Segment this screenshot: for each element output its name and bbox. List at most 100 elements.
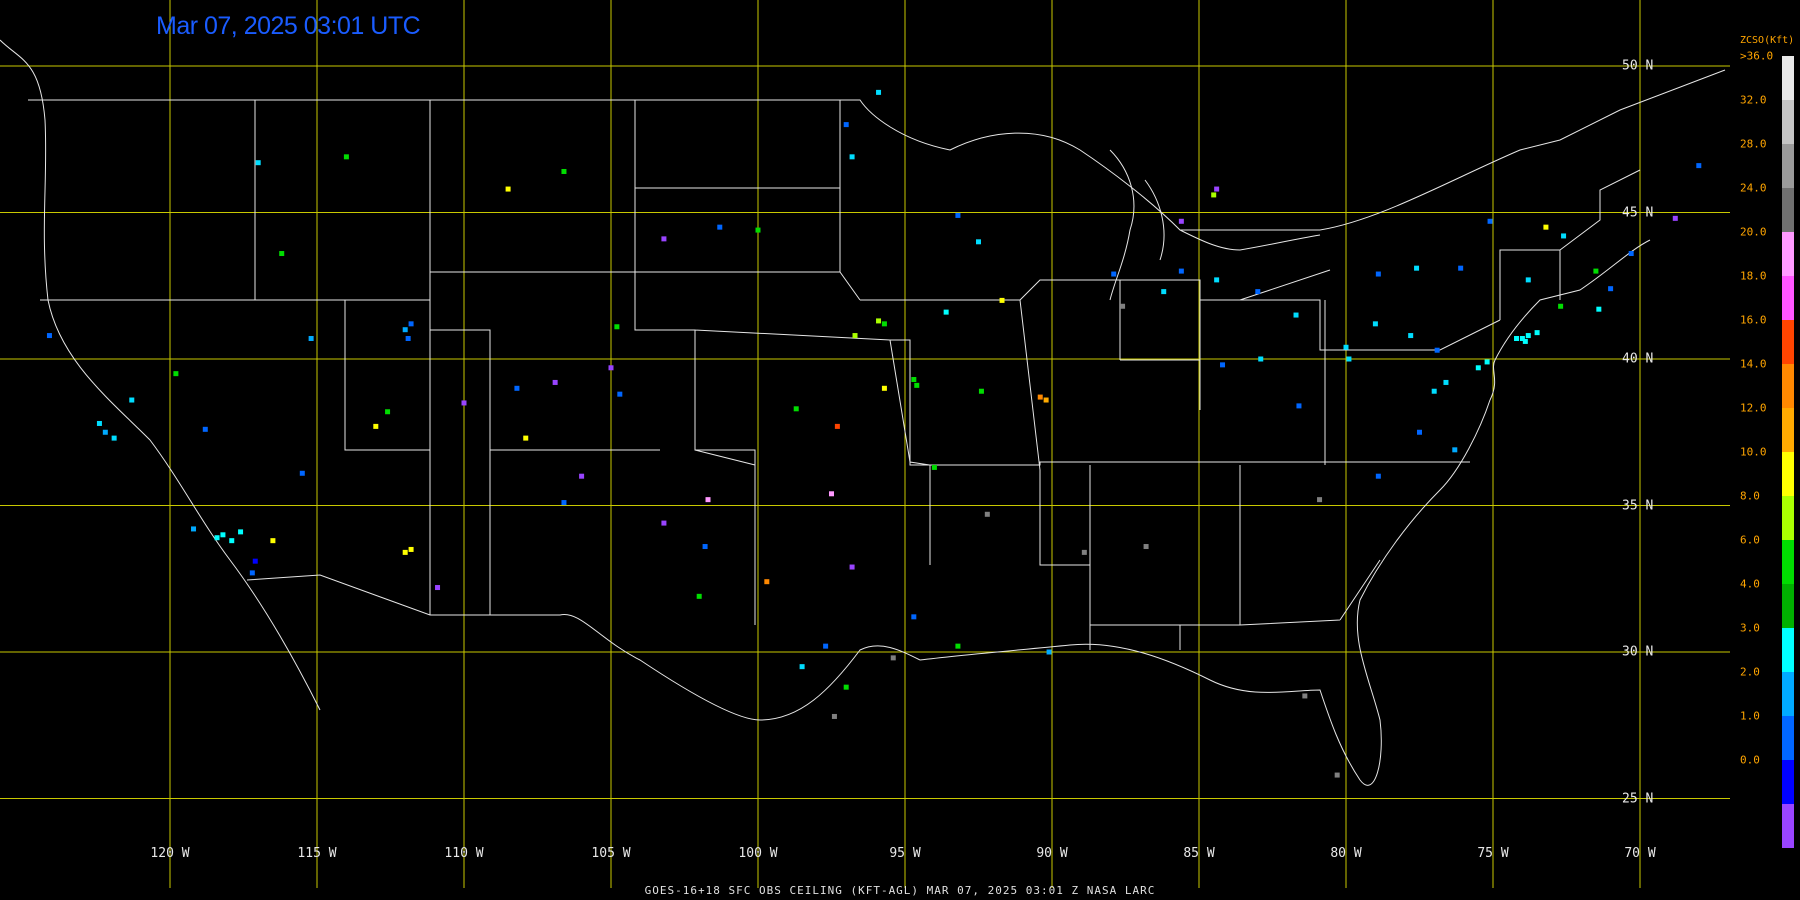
station-marker bbox=[831, 713, 837, 719]
station-marker bbox=[402, 549, 408, 555]
latitude-label: 30 N bbox=[1622, 644, 1654, 660]
station-marker bbox=[408, 321, 414, 327]
legend-swatch bbox=[1782, 760, 1794, 804]
legend-value-label: 28.0 bbox=[1740, 137, 1767, 151]
station-marker bbox=[1628, 251, 1634, 257]
station-marker bbox=[229, 538, 235, 544]
station-marker bbox=[279, 251, 285, 257]
station-marker bbox=[849, 154, 855, 160]
legend-value-label: 24.0 bbox=[1740, 181, 1767, 195]
station-marker bbox=[799, 664, 805, 670]
station-marker bbox=[461, 400, 467, 406]
station-marker bbox=[843, 122, 849, 128]
station-marker bbox=[834, 423, 840, 429]
station-marker bbox=[1696, 163, 1702, 169]
longitude-label: 120 W bbox=[150, 846, 190, 861]
latitude-label: 45 N bbox=[1622, 205, 1654, 220]
station-marker bbox=[191, 526, 197, 532]
latitude-label: 50 N bbox=[1622, 58, 1654, 74]
legend-value-label: >36.0 bbox=[1740, 49, 1774, 63]
station-marker bbox=[579, 473, 585, 479]
legend-swatch bbox=[1782, 584, 1794, 628]
station-marker bbox=[911, 614, 917, 620]
station-marker bbox=[843, 684, 849, 690]
station-marker bbox=[402, 327, 408, 333]
station-marker bbox=[978, 388, 984, 394]
station-marker bbox=[561, 500, 567, 506]
station-marker bbox=[1214, 277, 1220, 283]
station-marker bbox=[1408, 333, 1414, 339]
mexico-border bbox=[246, 574, 921, 721]
station-marker bbox=[308, 335, 314, 341]
legend-swatch bbox=[1782, 408, 1794, 452]
station-marker bbox=[1161, 289, 1167, 295]
legend-value-label: 8.0 bbox=[1740, 489, 1760, 503]
station-marker bbox=[1211, 192, 1217, 198]
legend-swatch bbox=[1782, 804, 1794, 848]
station-marker bbox=[514, 385, 520, 391]
station-marker bbox=[1593, 268, 1599, 274]
longitude-label: 115 W bbox=[297, 846, 337, 861]
station-marker bbox=[111, 435, 117, 441]
station-marker bbox=[661, 236, 667, 242]
station-marker bbox=[1561, 233, 1567, 239]
station-marker bbox=[1046, 649, 1052, 655]
great-lakes bbox=[1109, 149, 1331, 301]
station-marker bbox=[1258, 356, 1264, 362]
station-marker bbox=[523, 435, 529, 441]
station-marker bbox=[876, 89, 882, 95]
color-legend bbox=[1782, 56, 1794, 848]
longitude-label: 110 W bbox=[444, 846, 484, 861]
station-marker bbox=[1443, 379, 1449, 385]
station-marker bbox=[1672, 215, 1678, 221]
station-marker bbox=[931, 464, 937, 470]
station-marker bbox=[1120, 303, 1126, 309]
station-marker bbox=[1346, 356, 1352, 362]
state-boundaries bbox=[0, 39, 1726, 786]
longitude-label: 70 W bbox=[1624, 846, 1656, 861]
station-marker bbox=[955, 212, 961, 218]
station-marker bbox=[1293, 312, 1299, 318]
station-marker bbox=[976, 239, 981, 245]
longitude-label: 95 W bbox=[889, 846, 921, 861]
latitude-label: 25 N bbox=[1622, 791, 1654, 806]
station-marker bbox=[1414, 265, 1420, 271]
legend-swatch bbox=[1782, 716, 1794, 760]
station-marker bbox=[717, 224, 723, 230]
station-marker bbox=[955, 643, 961, 649]
station-marker bbox=[1220, 362, 1226, 368]
station-marker bbox=[96, 420, 102, 426]
station-marker bbox=[252, 558, 258, 564]
station-marker bbox=[1178, 218, 1184, 224]
station-marker bbox=[129, 397, 135, 403]
map-title: Mar 07, 2025 03:01 UTC bbox=[156, 12, 421, 40]
legend-value-label: 2.0 bbox=[1740, 665, 1760, 679]
longitude-label: 75 W bbox=[1477, 846, 1509, 861]
legend-swatch bbox=[1782, 452, 1794, 496]
station-marker bbox=[1111, 271, 1117, 277]
station-marker bbox=[1543, 224, 1549, 230]
station-marker bbox=[829, 491, 834, 497]
station-marker bbox=[852, 333, 858, 339]
station-marker bbox=[1484, 359, 1490, 365]
longitude-label: 80 W bbox=[1330, 846, 1362, 861]
station-marker bbox=[1596, 306, 1602, 312]
station-marker bbox=[373, 423, 379, 429]
longitude-label: 100 W bbox=[738, 846, 778, 861]
station-marker bbox=[1214, 186, 1220, 192]
station-marker bbox=[408, 546, 414, 552]
station-marker bbox=[1417, 429, 1422, 435]
legend-value-label: 3.0 bbox=[1740, 621, 1760, 635]
station-marker bbox=[1372, 321, 1378, 327]
station-marker bbox=[702, 544, 708, 550]
legend-value-label: 32.0 bbox=[1740, 93, 1767, 107]
legend-swatch bbox=[1782, 540, 1794, 584]
station-marker bbox=[1143, 544, 1149, 550]
station-marker bbox=[1178, 268, 1184, 274]
legend-value-label: 10.0 bbox=[1740, 445, 1767, 459]
station-marker bbox=[1334, 772, 1340, 778]
station-marker bbox=[1255, 289, 1261, 295]
lat-lon-grid bbox=[0, 0, 1730, 888]
station-marker bbox=[1375, 473, 1381, 479]
station-marker bbox=[755, 227, 761, 233]
